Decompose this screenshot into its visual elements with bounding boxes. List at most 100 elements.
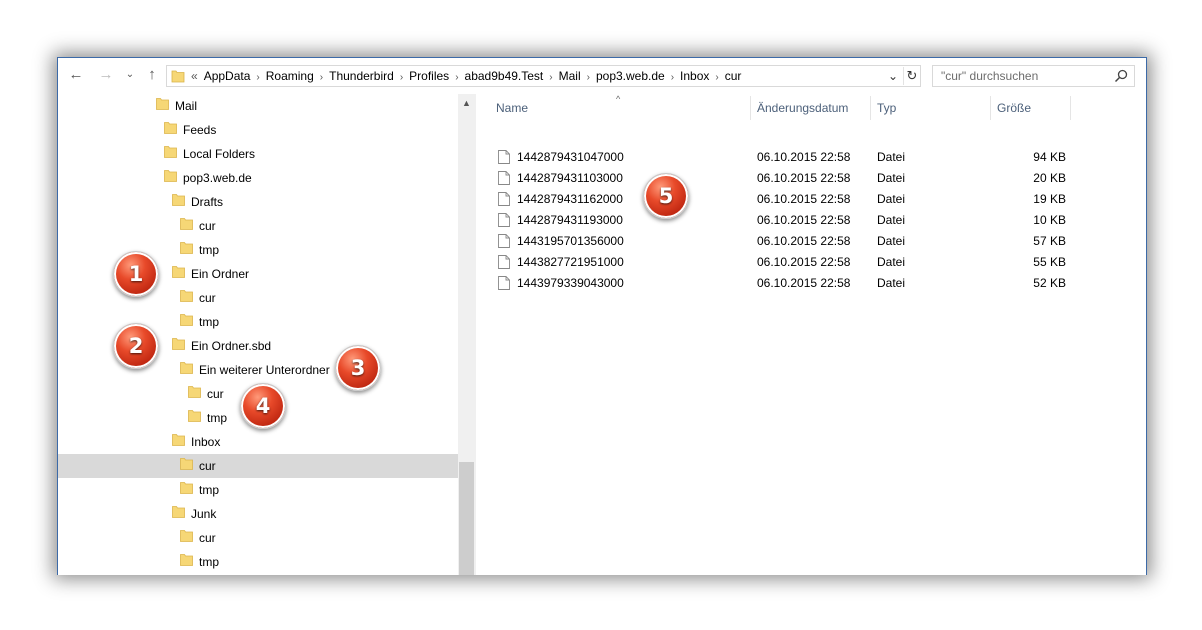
file-name: 1443979339043000 — [517, 276, 624, 290]
folder-icon — [172, 262, 185, 286]
tree-item[interactable]: Mail — [156, 94, 197, 118]
forward-arrow-icon[interactable]: → — [96, 66, 116, 84]
file-row[interactable]: 1442879431103000 06.10.2015 22:58 Datei 20 … — [476, 168, 1146, 189]
breadcrumb: « AppData › Roaming › Thunderbird › Profiles › ab… — [191, 66, 741, 86]
overflow-chevron-icon[interactable]: « — [191, 69, 198, 83]
folder-icon — [164, 142, 177, 166]
breadcrumb-item[interactable]: Inbox — [680, 69, 709, 83]
breadcrumb-item[interactable]: Roaming — [266, 69, 314, 83]
file-name: 1443827721951000 — [517, 255, 624, 269]
scrollbar-thumb[interactable] — [459, 462, 474, 575]
file-name: 1442879431193000 — [517, 213, 623, 227]
breadcrumb-separator-icon[interactable]: › — [400, 72, 403, 83]
column-separator[interactable] — [990, 96, 991, 120]
callout-badge-4: 4 — [240, 383, 286, 429]
nav-scrollbar[interactable]: ▲ — [458, 94, 475, 575]
file-row[interactable]: 1443827721951000 06.10.2015 22:58 Datei 55 … — [476, 252, 1146, 273]
folder-icon — [172, 334, 185, 358]
tree-item-label: Local Folders — [183, 147, 256, 161]
tree-item-label: cur — [199, 219, 216, 233]
callout-badge-5: 5 — [643, 173, 689, 219]
tree-item-label: Mail — [175, 99, 198, 113]
address-dropdown-chevron-icon[interactable]: ⌄ — [885, 67, 901, 85]
column-header-name[interactable]: Name — [496, 94, 528, 122]
column-separator[interactable] — [870, 96, 871, 120]
column-header-size[interactable]: Größe — [997, 94, 1031, 122]
tree-item[interactable]: Ein Ordner.sbd — [172, 334, 271, 358]
breadcrumb-separator-icon[interactable]: › — [455, 72, 458, 83]
folder-icon — [164, 166, 177, 190]
breadcrumb-item[interactable]: cur — [725, 69, 742, 83]
tree-item[interactable]: Drafts — [172, 190, 223, 214]
file-date: 06.10.2015 22:58 — [757, 234, 851, 248]
column-header-type[interactable]: Typ — [877, 94, 896, 122]
refresh-icon[interactable]: ↻ — [903, 67, 920, 85]
breadcrumb-separator-icon[interactable]: › — [549, 72, 552, 83]
file-row[interactable]: 1442879431047000 06.10.2015 22:58 Datei 94 … — [476, 147, 1146, 168]
tree-item-selected[interactable]: cur — [58, 454, 458, 478]
tree-item[interactable]: tmp — [180, 310, 219, 334]
search-icon[interactable] — [1114, 69, 1128, 83]
breadcrumb-separator-icon[interactable]: › — [715, 72, 718, 83]
tree-item-label: Drafts — [191, 195, 224, 209]
tree-item-label: cur — [207, 387, 224, 401]
file-list: ^ Name Änderungsdatum Typ Größe 14428794… — [476, 94, 1146, 575]
file-name: 1442879431162000 — [517, 192, 623, 206]
file-name: 1442879431047000 — [517, 150, 624, 164]
folder-icon — [156, 94, 169, 118]
up-arrow-icon[interactable]: ↑ — [142, 66, 162, 84]
file-row[interactable]: 1442879431193000 06.10.2015 22:58 Datei 10 … — [476, 210, 1146, 231]
file-date: 06.10.2015 22:58 — [757, 213, 851, 227]
callout-badge-2: 2 — [113, 323, 159, 369]
breadcrumb-item[interactable]: abad9b49.Test — [465, 69, 544, 83]
breadcrumb-separator-icon[interactable]: › — [587, 72, 590, 83]
breadcrumb-separator-icon[interactable]: › — [320, 72, 323, 83]
tree-item[interactable]: tmp — [180, 478, 219, 502]
tree-item[interactable]: cur — [188, 382, 224, 406]
tree-item[interactable]: Local Folders — [164, 142, 255, 166]
recent-locations-chevron-icon[interactable]: ⌄ — [120, 66, 140, 84]
tree-item[interactable]: cur — [180, 214, 216, 238]
tree-item[interactable]: cur — [180, 286, 216, 310]
scroll-up-icon[interactable]: ▲ — [458, 96, 475, 110]
address-bar[interactable]: « AppData › Roaming › Thunderbird › Profiles › ab… — [166, 65, 921, 87]
tree-item-label: Ein Ordner — [191, 267, 250, 281]
tree-item[interactable]: Feeds — [164, 118, 216, 142]
file-type: Datei — [877, 192, 906, 206]
breadcrumb-item[interactable]: Profiles — [409, 69, 449, 83]
tree-item[interactable]: Inbox — [172, 430, 220, 454]
breadcrumb-item[interactable]: Thunderbird — [329, 69, 394, 83]
file-row[interactable]: 1443979339043000 06.10.2015 22:58 Datei 52 … — [476, 273, 1146, 294]
column-separator[interactable] — [750, 96, 751, 120]
tree-item[interactable]: tmp — [188, 406, 227, 430]
tree-item[interactable]: tmp — [180, 238, 219, 262]
folder-icon — [180, 286, 193, 310]
breadcrumb-item[interactable]: AppData — [204, 69, 251, 83]
tree-item[interactable]: tmp — [180, 550, 219, 574]
column-separator[interactable] — [1070, 96, 1071, 120]
tree-item-label: pop3.web.de — [183, 171, 252, 185]
file-type: Datei — [877, 255, 906, 269]
column-header-date[interactable]: Änderungsdatum — [757, 94, 848, 122]
sort-up-icon: ^ — [616, 94, 621, 104]
tree-item[interactable]: Ein Ordner — [172, 262, 249, 286]
breadcrumb-item[interactable]: Mail — [559, 69, 581, 83]
search-box[interactable]: "cur" durchsuchen — [932, 65, 1135, 87]
file-type: Datei — [877, 276, 906, 290]
tree-item-label: Ein Ordner.sbd — [191, 339, 272, 353]
tree-item-label: tmp — [199, 243, 220, 257]
file-row[interactable]: 1442879431162000 06.10.2015 22:58 Datei 19 … — [476, 189, 1146, 210]
file-icon — [498, 276, 510, 297]
file-size: 19 KB — [1033, 192, 1066, 206]
tree-item[interactable]: cur — [180, 526, 216, 550]
tree-item[interactable]: Ein weiterer Unterordner — [180, 358, 330, 382]
tree-item-label: tmp — [199, 315, 220, 329]
file-type: Datei — [877, 213, 906, 227]
breadcrumb-separator-icon[interactable]: › — [256, 72, 259, 83]
back-arrow-icon[interactable]: ← — [66, 66, 86, 84]
tree-item[interactable]: pop3.web.de — [164, 166, 252, 190]
breadcrumb-separator-icon[interactable]: › — [671, 72, 674, 83]
file-row[interactable]: 1443195701356000 06.10.2015 22:58 Datei 57 … — [476, 231, 1146, 252]
breadcrumb-item[interactable]: pop3.web.de — [596, 69, 665, 83]
tree-item[interactable]: Junk — [172, 502, 216, 526]
